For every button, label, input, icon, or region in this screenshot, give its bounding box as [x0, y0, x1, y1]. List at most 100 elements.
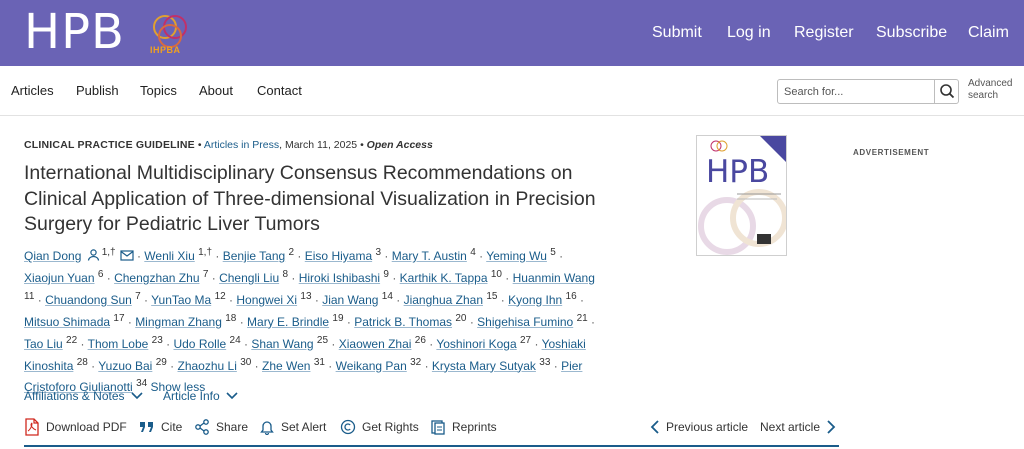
nav-register[interactable]: Register [794, 24, 854, 42]
affiliation-number: 33 [539, 356, 551, 368]
affiliations-toggle[interactable]: Affiliations & Notes [24, 389, 143, 403]
author-link[interactable]: Chengli Liu [219, 271, 279, 285]
nav-claim[interactable]: Claim [968, 24, 1009, 42]
author-link[interactable]: Jianghua Zhan [404, 293, 483, 307]
author-link[interactable]: Udo Rolle [173, 337, 226, 351]
author-link[interactable]: Jian Wang [322, 293, 378, 307]
author-link[interactable]: Qian Dong [24, 249, 81, 263]
affiliation-number: 25 [316, 334, 329, 346]
nav-submit[interactable]: Submit [652, 24, 702, 42]
author-link[interactable]: Shan Wang [251, 337, 313, 351]
subnav-topics[interactable]: Topics [140, 83, 177, 98]
nav-login[interactable]: Log in [727, 24, 771, 42]
get-rights-button[interactable]: Get Rights [340, 418, 419, 436]
author-link[interactable]: Karthik K. Tappa [400, 271, 488, 285]
author-link[interactable]: Zhe Wen [262, 359, 310, 373]
copyright-icon [340, 419, 356, 435]
author-link[interactable]: Mary E. Brindle [247, 315, 329, 329]
person-icon[interactable] [87, 249, 100, 261]
cover-title: HPB [706, 154, 770, 190]
download-pdf-label: Download PDF [46, 420, 127, 434]
advanced-search-link[interactable]: Advanced search [968, 78, 1012, 102]
affiliation-number: 22 [66, 334, 78, 346]
author-link[interactable]: Eiso Hiyama [305, 249, 372, 263]
author-link[interactable]: Chuandong Sun [45, 293, 132, 307]
author-separator: · [124, 314, 136, 329]
author-separator: · [328, 336, 339, 351]
author-link[interactable]: Krysta Mary Sutyak [432, 359, 536, 373]
subnav-about[interactable]: About [199, 83, 233, 98]
affiliation-number: 23 [151, 334, 163, 346]
author-link[interactable]: Xiaojun Yuan [24, 271, 95, 285]
search-input[interactable] [778, 80, 934, 103]
article-info-toggle[interactable]: Article Info [163, 389, 238, 403]
author-link[interactable]: Yeming Wu [486, 249, 547, 263]
chevron-right-icon [827, 420, 836, 434]
author-separator: · [501, 270, 513, 285]
next-article-button[interactable]: Next article [760, 418, 836, 436]
author-link[interactable]: Shigehisa Fumino [477, 315, 573, 329]
set-alert-button[interactable]: Set Alert [259, 418, 326, 436]
author-link[interactable]: Mary T. Austin [392, 249, 467, 263]
journal-logo[interactable]: HPB [24, 6, 125, 58]
subnav-publish[interactable]: Publish [76, 83, 119, 98]
author-link[interactable]: Mingman Zhang [135, 315, 222, 329]
author-separator: · [425, 336, 437, 351]
author-link[interactable]: Patrick B. Thomas [354, 315, 452, 329]
author-separator: · [251, 358, 262, 373]
author-separator: · [311, 292, 323, 307]
author-separator: · [392, 292, 404, 307]
author-separator: · [87, 358, 99, 373]
author-link[interactable]: Weikang Pan [336, 359, 407, 373]
publication-date: March 11, 2025 [284, 139, 358, 151]
author-separator: · [294, 249, 305, 263]
article-meta: CLINICAL PRACTICE GUIDELINE • Articles i… [24, 139, 433, 151]
advanced-search-line2: search [968, 90, 999, 101]
author-link[interactable]: Yuzuo Bai [98, 359, 152, 373]
author-link[interactable]: Huanmin Wang [513, 271, 595, 285]
nav-subscribe[interactable]: Subscribe [876, 24, 947, 42]
author-link[interactable]: Yoshinori Koga [436, 337, 516, 351]
meta-sep: • [360, 139, 367, 151]
author-separator: · [555, 249, 564, 263]
author-link[interactable]: Benjie Tang [223, 249, 286, 263]
affiliation-number: 16 [565, 290, 577, 302]
cite-button[interactable]: Cite [139, 418, 182, 436]
author-separator: · [324, 358, 336, 373]
author-list: Qian Dong 1,† · Wenli Xiu 1,† · Benjie T… [24, 244, 604, 397]
author-link[interactable]: Chengzhan Zhu [114, 271, 199, 285]
author-separator: · [208, 270, 220, 285]
author-separator: · [381, 249, 392, 263]
author-separator: · [212, 249, 223, 263]
author-link[interactable]: YunTao Ma [151, 293, 211, 307]
search-icon [940, 84, 955, 99]
author-separator: · [587, 314, 596, 329]
chevron-left-icon [650, 420, 659, 434]
author-link[interactable]: Xiaowen Zhai [339, 337, 412, 351]
journal-cover[interactable]: HPB [696, 135, 787, 256]
affiliation-number: 31 [313, 356, 325, 368]
author-link[interactable]: Mitsuo Shimada [24, 315, 110, 329]
author-link[interactable]: Zhaozhu Li [177, 359, 236, 373]
affiliation-number: 30 [240, 356, 252, 368]
author-link[interactable]: Kyong Ihn [508, 293, 562, 307]
search-button[interactable] [934, 80, 958, 103]
author-link[interactable]: Thom Lobe [88, 337, 149, 351]
author-link[interactable]: Wenli Xiu [144, 249, 194, 263]
previous-article-button[interactable]: Previous article [650, 418, 748, 436]
author-link[interactable]: Hongwei Xi [236, 293, 297, 307]
author-separator: · [77, 336, 88, 351]
email-icon[interactable] [120, 250, 134, 261]
author-link[interactable]: Hiroki Ishibashi [299, 271, 380, 285]
set-alert-label: Set Alert [281, 420, 327, 434]
subnav-contact[interactable]: Contact [257, 83, 302, 98]
reprints-button[interactable]: Reprints [430, 418, 497, 436]
site-header: HPB IHPBA Submit Log in Register Subscri… [0, 0, 1024, 66]
affiliation-number: 34 [136, 378, 148, 390]
download-pdf-button[interactable]: Download PDF [24, 418, 127, 436]
author-link[interactable]: Tao Liu [24, 337, 63, 351]
subnav-articles[interactable]: Articles [11, 83, 54, 98]
affiliation-number: 15 [486, 290, 498, 302]
share-button[interactable]: Share [194, 418, 248, 436]
articles-in-press-link[interactable]: Articles in Press [204, 139, 279, 151]
